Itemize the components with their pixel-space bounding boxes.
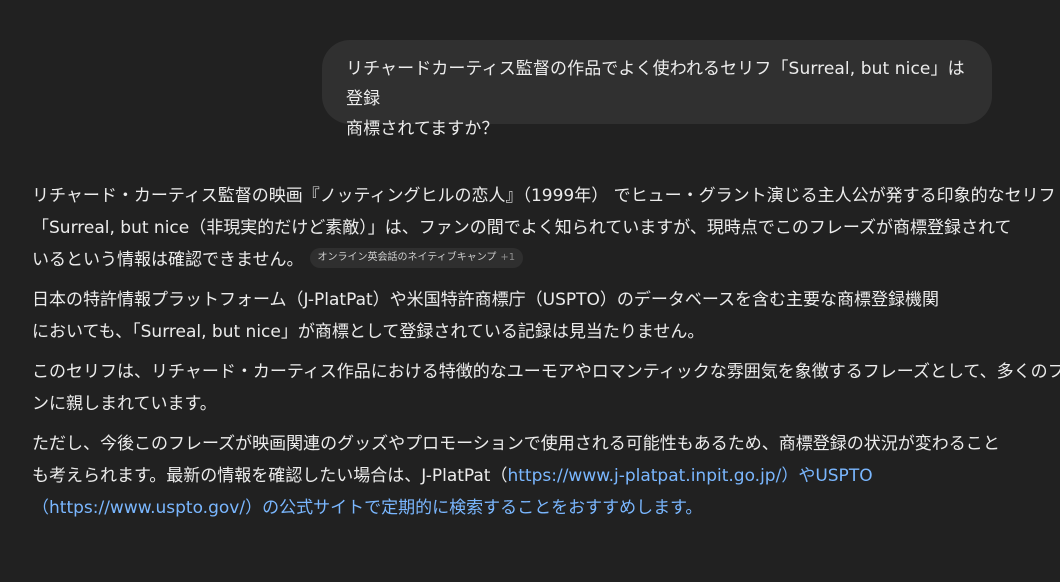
paragraph-line: （https://www.uspto.gov/）の公式サイトで定期的に検索するこ…	[32, 492, 1022, 524]
assistant-paragraph: リチャード・カーティス監督の映画『ノッティングヒルの恋人』（1999年） でヒュ…	[32, 180, 1056, 276]
citation-pill[interactable]: オンライン英会話のネイティブキャンプ +1	[309, 248, 524, 268]
link-trailing-text[interactable]: ）の公式サイトで定期的に検索することをおすすめします。	[245, 498, 702, 518]
paragraph-line: 日本の特許情報プラットフォーム（J-PlatPat）や米国特許商標庁（USPTO…	[32, 290, 940, 310]
paragraph-line: 「Surreal, but nice（非現実的だけど素敵）」は、ファンの間でよく…	[32, 218, 1012, 238]
paragraph-line: リチャード・カーティス監督の映画『ノッティングヒルの恋人』（1999年） でヒュ…	[32, 186, 1056, 206]
user-message-bubble: リチャードカーティス監督の作品でよく使われるセリフ「Surreal, but n…	[322, 40, 992, 139]
citation-count: +1	[500, 252, 516, 263]
paragraph-text: ただし、今後このフレーズが映画関連のグッズやプロモーションで使用される可能性もあ…	[32, 434, 983, 454]
j-platpat-link[interactable]: https://www.j-platpat.inpit.go.jp/	[507, 466, 781, 486]
assistant-message: リチャード・カーティス監督の映画『ノッティングヒルの恋人』（1999年） でヒュ…	[32, 180, 1060, 532]
paragraph-line: も考えられます。最新の情報を確認したい場合は、J-PlatPat（https:/…	[32, 460, 1022, 492]
link-paren[interactable]: （	[32, 498, 49, 518]
chat-view: リチャードカーティス監督の作品でよく使われるセリフ「Surreal, but n…	[0, 0, 1060, 582]
paragraph-text: いるという情報は確認できません。	[32, 250, 304, 270]
citation-label: オンライン英会話のネイティブキャンプ	[317, 252, 497, 263]
paragraph-line: ンに親しまれています。	[32, 394, 217, 414]
assistant-paragraph: 日本の特許情報プラットフォーム（J-PlatPat）や米国特許商標庁（USPTO…	[32, 284, 1022, 348]
paragraph-text: と	[982, 434, 1000, 454]
uspto-url-link[interactable]: https://www.uspto.gov/	[49, 498, 245, 518]
paragraph-line: いるという情報は確認できません。 オンライン英会話のネイティブキャンプ +1	[32, 244, 1022, 276]
user-message-line: リチャードカーティス監督の作品でよく使われるセリフ「Surreal, but n…	[346, 59, 965, 109]
paragraph-line: このセリフは、リチャード・カーティス作品における特徴的なユーモアやロマンティック…	[32, 362, 1060, 382]
uspto-link[interactable]: USPTO	[815, 466, 872, 486]
paragraph-text: も考えられます。最新の情報を確認したい場合は、J-PlatPat（	[32, 466, 508, 486]
assistant-paragraph: ただし、今後このフレーズが映画関連のグッズやプロモーションで使用される可能性もあ…	[32, 428, 1022, 524]
link-paren[interactable]: ）や	[781, 466, 815, 486]
assistant-paragraph: このセリフは、リチャード・カーティス作品における特徴的なユーモアやロマンティック…	[32, 356, 1060, 420]
paragraph-line: においても、「Surreal, but nice」が商標として登録されている記録…	[32, 322, 705, 342]
user-message-line: 商標されてますか？	[346, 119, 499, 139]
paragraph-line: ただし、今後このフレーズが映画関連のグッズやプロモーションで使用される可能性もあ…	[32, 428, 1022, 460]
